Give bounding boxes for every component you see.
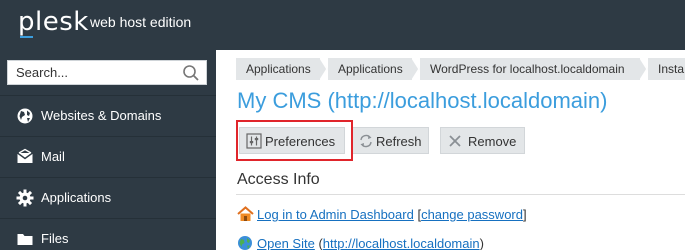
breadcrumb-separator bbox=[320, 58, 328, 80]
highlight-box bbox=[236, 120, 353, 161]
top-bar: plesk web host edition bbox=[0, 0, 685, 50]
sidebar: Websites & Domains Mail Applications Fil… bbox=[0, 50, 216, 250]
breadcrumb: Applications Applications WordPress for … bbox=[236, 58, 685, 80]
gear-icon bbox=[16, 189, 34, 207]
close-icon bbox=[449, 135, 461, 147]
breadcrumb-item[interactable]: Insta bbox=[648, 58, 685, 80]
sidebar-item-mail[interactable]: Mail bbox=[0, 136, 216, 176]
breadcrumb-separator bbox=[412, 58, 420, 80]
breadcrumb-item[interactable]: WordPress for localhost.localdomain bbox=[420, 58, 640, 80]
breadcrumb-item[interactable]: Applications bbox=[236, 58, 320, 80]
admin-dashboard-link[interactable]: Log in to Admin Dashboard bbox=[257, 207, 414, 222]
remove-label: Remove bbox=[468, 134, 517, 149]
sidebar-item-label: Files bbox=[41, 231, 69, 246]
refresh-label: Refresh bbox=[376, 134, 422, 149]
access-info-heading: Access Info bbox=[237, 171, 320, 188]
search-box bbox=[7, 60, 207, 85]
sidebar-item-applications[interactable]: Applications bbox=[0, 177, 216, 217]
home-icon bbox=[237, 206, 254, 221]
main-content: Applications Applications WordPress for … bbox=[216, 50, 685, 250]
sidebar-item-files[interactable]: Files bbox=[0, 218, 216, 250]
globe-icon bbox=[238, 236, 252, 250]
globe-icon bbox=[17, 108, 33, 124]
bracket-close: ] bbox=[522, 207, 527, 222]
open-site-link[interactable]: Open Site bbox=[257, 236, 315, 250]
edition-label: web host edition bbox=[90, 14, 192, 30]
logo-underline bbox=[20, 36, 33, 38]
plesk-logo[interactable]: plesk bbox=[18, 7, 89, 37]
search-input[interactable] bbox=[8, 61, 178, 84]
admin-login-text: Log in to Admin Dashboard [change passwo… bbox=[257, 207, 527, 222]
change-password-link[interactable]: change password bbox=[421, 207, 523, 222]
sidebar-item-label: Applications bbox=[41, 190, 112, 205]
breadcrumb-item[interactable]: Applications bbox=[328, 58, 412, 80]
paren-close: ) bbox=[479, 236, 484, 250]
envelope-icon bbox=[17, 148, 33, 163]
breadcrumb-separator bbox=[640, 58, 648, 80]
refresh-button[interactable]: Refresh bbox=[351, 127, 429, 154]
open-site-text: Open Site (http://localhost.localdomain) bbox=[257, 236, 484, 250]
sidebar-item-label: Websites & Domains bbox=[41, 108, 162, 123]
folder-icon bbox=[17, 234, 33, 245]
remove-button[interactable]: Remove bbox=[440, 127, 525, 154]
site-url-link[interactable]: http://localhost.localdomain bbox=[323, 236, 480, 250]
divider bbox=[236, 194, 685, 195]
refresh-icon bbox=[360, 134, 372, 148]
sidebar-item-websites-domains[interactable]: Websites & Domains bbox=[0, 95, 216, 135]
sidebar-item-label: Mail bbox=[41, 149, 65, 164]
page-title: My CMS (http://localhost.localdomain) bbox=[237, 88, 608, 113]
search-icon[interactable] bbox=[182, 64, 200, 82]
